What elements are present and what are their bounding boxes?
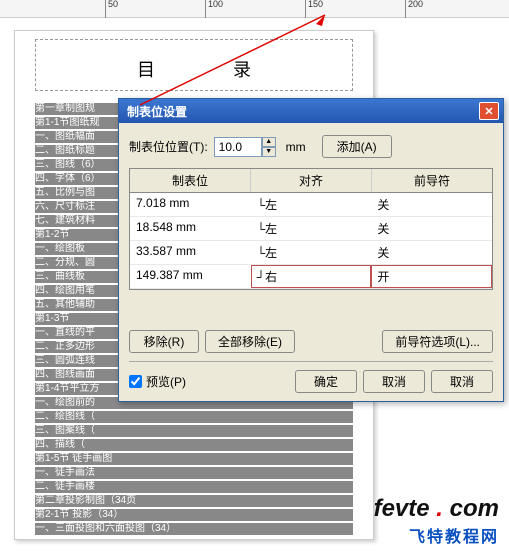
cell-tab: 18.548 mm (130, 217, 251, 240)
horizontal-ruler: 50 100 150 200 (0, 0, 509, 18)
wm-sub: 飞特教程网 (374, 523, 499, 547)
close-button[interactable]: ✕ (479, 102, 499, 120)
tab-position-spinner[interactable]: ▲ ▼ (214, 137, 276, 157)
toc-line[interactable]: 三、图案线（ (35, 425, 353, 437)
tab-stops-table[interactable]: 制表位 对齐 前导符 7.018 mm└左关18.548 mm└左关33.587… (129, 168, 493, 290)
table-row[interactable]: 18.548 mm└左关 (130, 217, 492, 241)
col-leader: 前导符 (372, 169, 492, 192)
toc-line[interactable]: 二、徒手画楼 (35, 481, 353, 493)
table-row[interactable]: 33.587 mm└左关 (130, 241, 492, 265)
cell-align: └左 (251, 217, 372, 240)
cancel2-button[interactable]: 取消 (431, 370, 493, 393)
cancel-button[interactable]: 取消 (363, 370, 425, 393)
wm-text-b: com (450, 495, 499, 522)
tab-position-input[interactable] (214, 137, 262, 157)
cell-align: ┘右 (251, 265, 372, 288)
spinner-up[interactable]: ▲ (262, 137, 276, 147)
unit-label: mm (286, 140, 306, 154)
cell-tab: 7.018 mm (130, 193, 251, 216)
ruler-mark: 200 (405, 0, 423, 18)
cell-align: └左 (251, 193, 372, 216)
ruler-mark: 150 (305, 0, 323, 18)
toc-line[interactable]: 二、绘图线（ (35, 411, 353, 423)
col-tab: 制表位 (130, 169, 251, 192)
col-align: 对齐 (251, 169, 372, 192)
table-header: 制表位 对齐 前导符 (130, 169, 492, 193)
doc-title[interactable]: 目 录 (35, 39, 353, 91)
toc-line[interactable]: 第二章投影制图（34页 (35, 495, 353, 507)
toc-line[interactable]: 一、三面投图和六面投图（34） (35, 523, 353, 535)
watermark: fevte . com 飞特教程网 (374, 495, 499, 547)
ruler-mark: 100 (205, 0, 223, 18)
cell-tab: 33.587 mm (130, 241, 251, 264)
ok-button[interactable]: 确定 (295, 370, 357, 393)
table-row[interactable]: 7.018 mm└左关 (130, 193, 492, 217)
table-row[interactable]: 149.387 mm┘右开 (130, 265, 492, 289)
toc-line[interactable]: 四、描线（ (35, 439, 353, 451)
toc-line[interactable]: 第1-5节 徒手画图 (35, 453, 353, 465)
add-button[interactable]: 添加(A) (322, 135, 392, 158)
dialog-titlebar[interactable]: 制表位设置 ✕ (119, 99, 503, 123)
cell-leader: 关 (371, 193, 492, 216)
cell-leader: 关 (371, 241, 492, 264)
toc-line[interactable]: 一、徒手画法 (35, 467, 353, 479)
separator (129, 361, 493, 362)
tab-position-label: 制表位位置(T): (129, 138, 208, 155)
preview-label[interactable]: 预览(P) (146, 373, 186, 390)
tab-settings-dialog: 制表位设置 ✕ 制表位位置(T): ▲ ▼ mm 添加(A) 制表位 对齐 前导… (118, 98, 504, 402)
spinner-down[interactable]: ▼ (262, 147, 276, 157)
remove-all-button[interactable]: 全部移除(E) (205, 330, 295, 353)
cell-leader: 关 (371, 217, 492, 240)
cell-leader: 开 (371, 265, 492, 288)
wm-text-a: fevte (374, 495, 430, 522)
ruler-mark: 50 (105, 0, 118, 18)
toc-line[interactable]: 第2-1节 投影（34） (35, 509, 353, 521)
remove-button[interactable]: 移除(R) (129, 330, 199, 353)
leader-options-button[interactable]: 前导符选项(L)... (382, 330, 493, 353)
cell-tab: 149.387 mm (130, 265, 251, 288)
dialog-title: 制表位设置 (123, 103, 479, 120)
preview-checkbox[interactable] (129, 375, 142, 388)
cell-align: └左 (251, 241, 372, 264)
